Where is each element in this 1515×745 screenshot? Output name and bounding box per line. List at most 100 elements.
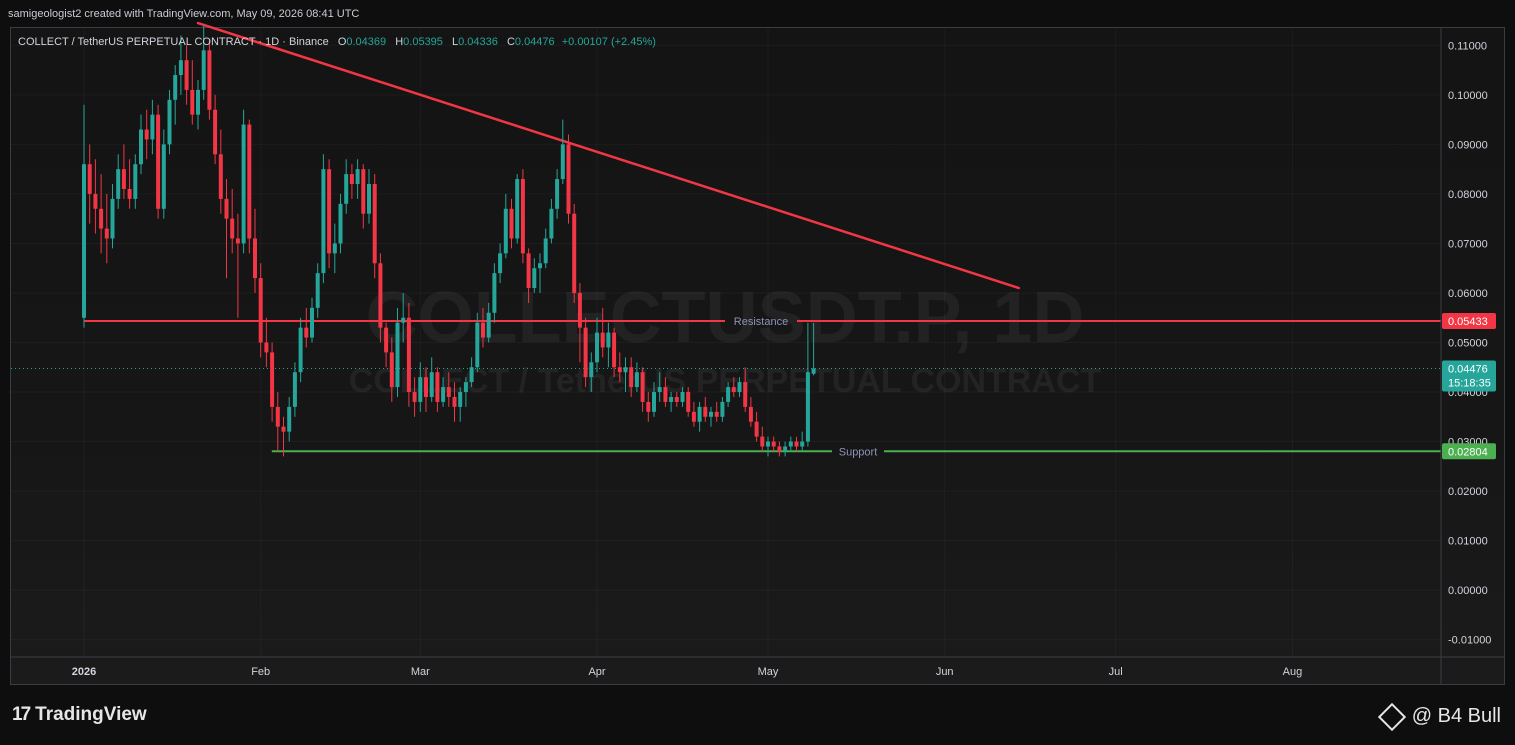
countdown-text: 15:18:35 — [1448, 377, 1491, 389]
candle-body — [310, 307, 314, 338]
candle-body — [623, 367, 628, 373]
candle-body — [748, 406, 753, 422]
candle-body — [800, 441, 805, 447]
candle-body — [235, 238, 240, 244]
candlestick-chart[interactable]: COLLECTUSDT.P, 1D COLLECT / TetherUS PER… — [0, 0, 1515, 745]
candle-body — [161, 144, 166, 209]
y-axis: 0.11000 0.10000 0.09000 0.08000 0.07000 0.060… — [1440, 28, 1496, 684]
y-tick-label: 0.05000 — [1448, 338, 1488, 350]
candle-body — [139, 129, 143, 165]
candle-body — [726, 387, 731, 402]
candle-body — [498, 253, 503, 274]
candle-body — [178, 60, 183, 76]
candle-body — [714, 411, 719, 417]
candle-body — [572, 213, 577, 293]
candle-body — [560, 144, 565, 180]
author-name: @ B4 Bull — [1411, 705, 1501, 727]
y-tick-label: 0.07000 — [1448, 238, 1488, 250]
candle-body — [515, 179, 520, 239]
candle-body — [150, 114, 155, 140]
candle-body — [104, 228, 109, 239]
candle-body — [481, 322, 485, 338]
low-value: 0.04336 — [458, 36, 498, 48]
candle-body — [469, 367, 474, 383]
candle-body — [634, 372, 639, 388]
descending-trendline — [196, 21, 1021, 290]
candle-body — [720, 401, 725, 417]
candle-body — [640, 372, 645, 402]
candle-body — [766, 441, 770, 447]
candle-body — [555, 179, 560, 209]
candle-body — [686, 392, 691, 412]
candle-body — [258, 278, 263, 343]
candle-body — [372, 184, 377, 264]
candle-body — [446, 387, 451, 397]
candle-body — [463, 382, 468, 393]
candle-body — [401, 317, 406, 323]
candle-body — [321, 169, 326, 274]
candle-body — [292, 372, 297, 407]
candle-body — [218, 154, 223, 199]
candle-body — [424, 377, 428, 397]
candle-body — [589, 362, 594, 378]
x-tick-label: Jul — [1109, 666, 1123, 678]
candle-body — [617, 367, 622, 373]
candle-body — [196, 89, 200, 115]
candle-body — [224, 198, 229, 219]
y-tick-label: 0.01000 — [1448, 536, 1488, 548]
candle-body — [703, 406, 708, 417]
candle-body — [87, 164, 92, 194]
candle-body — [583, 327, 588, 378]
candle-body — [327, 169, 332, 254]
high-label: H — [395, 36, 404, 48]
tradingview-brand: TradingView — [35, 704, 147, 725]
support-label: Support — [839, 446, 878, 458]
candle-body — [167, 99, 172, 145]
candle-body — [805, 372, 810, 442]
candle-body — [697, 406, 702, 422]
symbol-legend[interactable]: COLLECT / TetherUS PERPETUAL CONTRACT · … — [18, 36, 656, 48]
candle-body — [332, 243, 337, 254]
close-value: 0.04476 — [514, 36, 555, 48]
candle-body — [771, 441, 776, 447]
tradingview-logo[interactable]: 17 TradingView — [12, 704, 147, 726]
candle-body — [367, 184, 371, 214]
candle-body — [595, 332, 599, 363]
candle-body — [344, 174, 349, 204]
candle-body — [629, 367, 634, 388]
candle-body — [538, 263, 542, 269]
candle-body — [657, 387, 662, 393]
y-tick-label: 0.11000 — [1448, 40, 1487, 52]
candle-body — [441, 387, 446, 402]
y-tick-label: 0.06000 — [1448, 288, 1488, 300]
candle-body — [253, 238, 257, 279]
tradingview-mark-icon: 17 — [12, 704, 31, 725]
support-price-text: 0.02804 — [1448, 446, 1488, 458]
y-tick-label: -0.01000 — [1448, 635, 1491, 647]
candle-body — [754, 421, 759, 437]
close-label: C — [506, 36, 515, 48]
candle-body — [532, 268, 537, 289]
candle-body — [663, 387, 668, 402]
symbol-name[interactable]: COLLECT / TetherUS PERPETUAL CONTRACT · … — [18, 36, 329, 48]
candle-body — [144, 129, 149, 140]
candle-body — [190, 89, 195, 115]
candle-body — [110, 198, 115, 239]
open-value: 0.04369 — [346, 36, 387, 48]
candle-body — [82, 164, 86, 318]
resistance-label: Resistance — [734, 316, 788, 328]
candle-body — [777, 446, 782, 452]
candle-body — [429, 372, 434, 397]
candle-body — [275, 406, 280, 427]
candle-body — [184, 60, 189, 90]
watermark-title: COLLECTUSDT.P, 1D — [366, 278, 1085, 358]
candle-body — [264, 342, 269, 353]
candle-body — [355, 169, 360, 185]
candle-body — [543, 238, 548, 264]
resistance-price-text: 0.05433 — [1448, 316, 1488, 328]
candle-body — [600, 332, 605, 348]
candle-body — [680, 392, 685, 402]
candle-body — [213, 109, 218, 155]
candle-body — [435, 372, 440, 402]
candle-body — [99, 208, 104, 229]
